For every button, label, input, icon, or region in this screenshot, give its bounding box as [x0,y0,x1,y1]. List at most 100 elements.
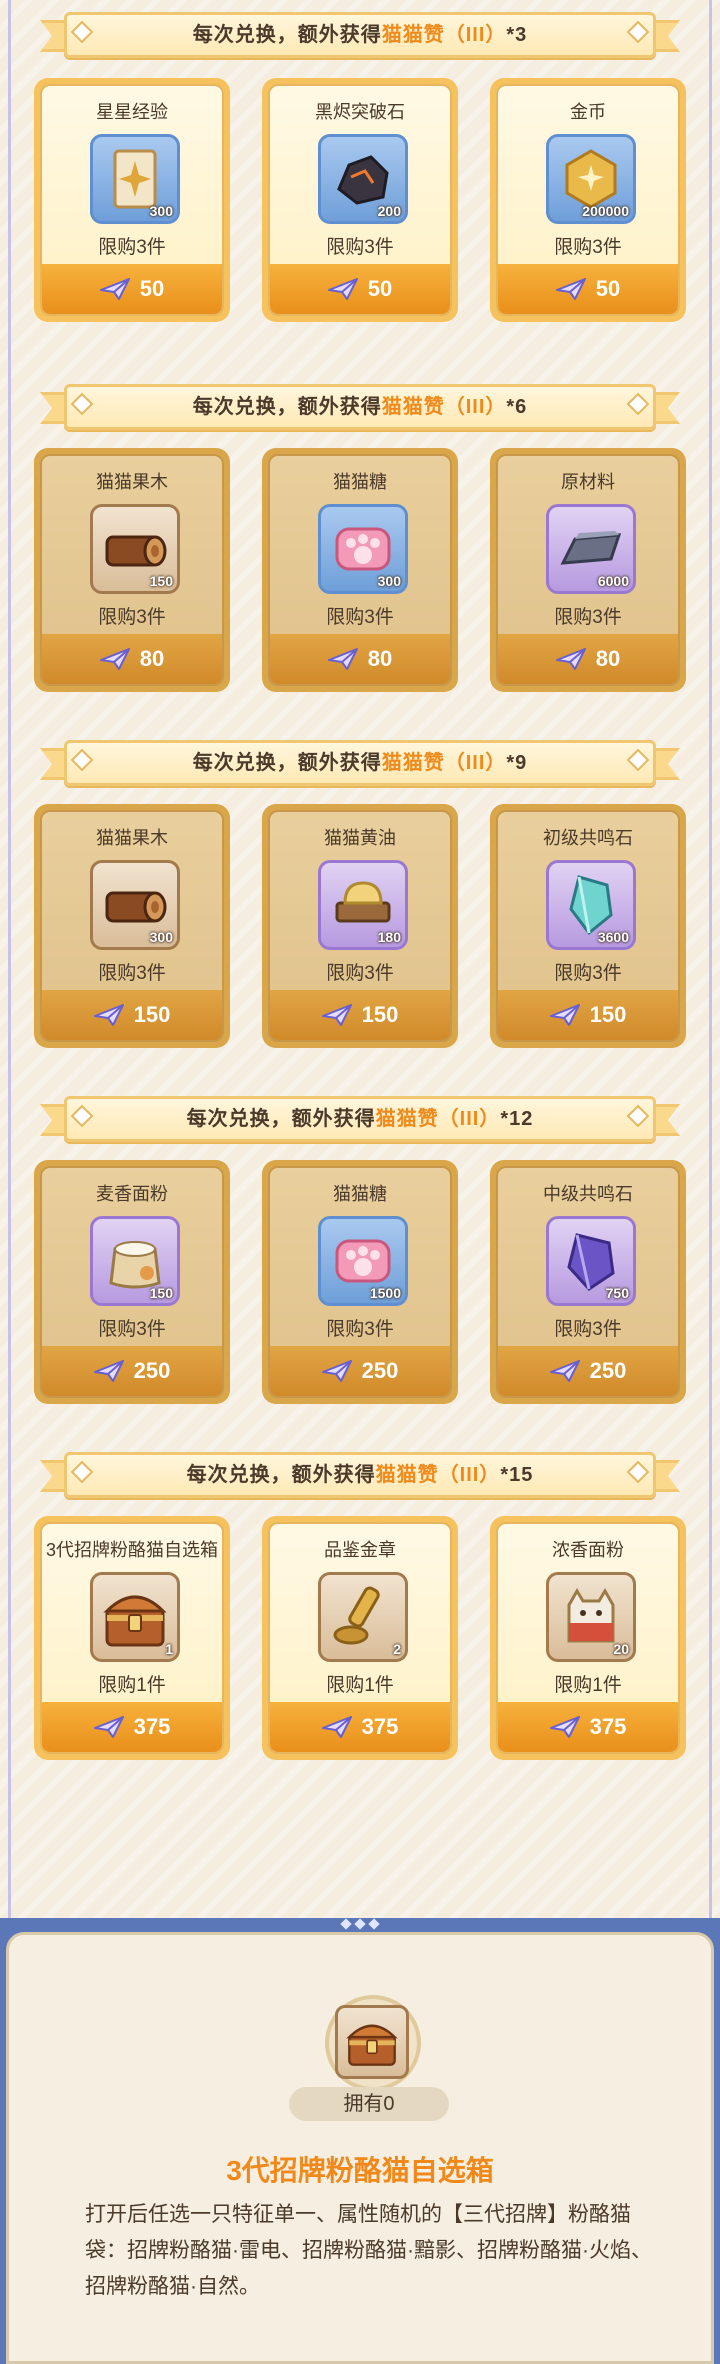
bonus-multiplier: *15 [500,1464,534,1486]
buy-button[interactable]: 50 [498,264,678,314]
owned-count: 拥有0 [289,2087,449,2121]
shop-item-card[interactable]: 猫猫果木 150 限购3件 80 [34,448,230,692]
item-quantity: 1 [165,1641,173,1657]
shop-item-card[interactable]: 麦香面粉 150 限购3件 250 [34,1160,230,1404]
shop-item-card-inner: 麦香面粉 150 限购3件 250 [40,1166,224,1398]
item-name: 浓香面粉 [552,1540,624,1560]
purchase-limit: 限购3件 [98,1319,166,1340]
shop-item-card[interactable]: 猫猫果木 300 限购3件 150 [34,804,230,1048]
log-icon[interactable]: 300 [90,860,180,950]
gold-coin-icon[interactable]: 200000 [546,134,636,224]
item-quantity: 750 [605,1285,629,1301]
butter-icon[interactable]: 180 [318,860,408,950]
paper-plane-currency-icon [321,1360,352,1382]
bonus-multiplier: *9 [506,752,528,774]
shop-item-card[interactable]: 初级共鸣石 3600 限购3件 150 [490,804,686,1048]
purple-crystal-icon[interactable]: 750 [546,1216,636,1306]
item-price: 250 [133,1358,171,1383]
item-quantity: 180 [377,929,401,945]
paper-plane-currency-icon [555,278,586,300]
item-price: 150 [589,1002,627,1027]
item-name: 金币 [570,102,606,122]
bonus-banner-text: 每次兑换，额外获得猫猫赞（III）*12 [40,1102,680,1131]
shop-item-card-inner: 初级共鸣石 3600 限购3件 150 [496,810,680,1042]
buy-button[interactable]: 50 [42,264,222,314]
item-name: 猫猫果木 [96,828,168,848]
item-price: 80 [367,646,393,671]
exchange-section: 每次兑换，额外获得猫猫赞（III）*15 3代招牌粉酪猫自选箱 1 限购1件 375 品鉴… [0,1424,720,1780]
bonus-banner: 每次兑换，额外获得猫猫赞（III）*12 [40,1092,680,1142]
ingot-icon[interactable]: 6000 [546,504,636,594]
exchange-section: 每次兑换，额外获得猫猫赞（III）*9 猫猫果木 300 限购3件 150 猫猫黄油 180… [0,712,720,1068]
shop-item-card[interactable]: 原材料 6000 限购3件 80 [490,448,686,692]
item-name: 猫猫果木 [96,472,168,492]
shop-item-card[interactable]: 猫猫黄油 180 限购3件 150 [262,804,458,1048]
shop-item-card[interactable]: 3代招牌粉酪猫自选箱 1 限购1件 375 [34,1516,230,1760]
log-icon[interactable]: 150 [90,504,180,594]
buy-button[interactable]: 150 [270,990,450,1040]
shop-item-card-inner: 猫猫果木 300 限购3件 150 [40,810,224,1042]
shop-item-card-inner: 浓香面粉 20 限购1件 375 [496,1522,680,1754]
buy-button[interactable]: 150 [498,990,678,1040]
bonus-banner-text: 每次兑换，额外获得猫猫赞（III）*6 [40,390,680,419]
item-name: 麦香面粉 [96,1184,168,1204]
buy-button[interactable]: 250 [270,1346,450,1396]
shop-item-card[interactable]: 品鉴金章 2 限购1件 375 [262,1516,458,1760]
shop-item-card[interactable]: 中级共鸣石 750 限购3件 250 [490,1160,686,1404]
item-name: 3代招牌粉酪猫自选箱 [45,1540,218,1560]
paper-plane-currency-icon [327,648,358,670]
paper-plane-currency-icon [549,1360,580,1382]
shop-item-card-inner: 黑烬突破石 200 限购3件 50 [268,84,452,316]
buy-button[interactable]: 375 [42,1702,222,1752]
item-quantity: 2 [393,1641,401,1657]
buy-button[interactable]: 375 [270,1702,450,1752]
buy-button[interactable]: 250 [42,1346,222,1396]
star-card-icon[interactable]: 300 [90,134,180,224]
chest-icon[interactable]: 1 [90,1572,180,1662]
item-price: 375 [589,1714,627,1739]
bonus-banner-text: 每次兑换，额外获得猫猫赞（III）*15 [40,1458,680,1487]
item-quantity: 3600 [597,929,629,945]
bonus-item-name: 猫猫赞（III） [381,752,507,774]
exchange-section: 每次兑换，额外获得猫猫赞（III）*12 麦香面粉 150 限购3件 250 猫猫糖 150… [0,1068,720,1424]
flour-sack-icon[interactable]: 150 [90,1216,180,1306]
shop-item-card[interactable]: 黑烬突破石 200 限购3件 50 [262,78,458,322]
item-name: 品鉴金章 [324,1540,396,1560]
buy-button[interactable]: 50 [270,264,450,314]
buy-button[interactable]: 375 [498,1702,678,1752]
buy-button[interactable]: 80 [42,634,222,684]
purchase-limit: 限购3件 [326,237,394,258]
purchase-limit: 限购3件 [554,607,622,628]
bonus-banner: 每次兑换，额外获得猫猫赞（III）*3 [40,8,680,58]
item-price: 375 [133,1714,171,1739]
purchase-limit: 限购3件 [554,237,622,258]
paw-candy-icon[interactable]: 300 [318,504,408,594]
black-ore-icon[interactable]: 200 [318,134,408,224]
item-price: 150 [133,1002,171,1027]
buy-button[interactable]: 150 [42,990,222,1040]
shop-item-card[interactable]: 猫猫糖 300 限购3件 80 [262,448,458,692]
bonus-item-name: 猫猫赞（III） [381,396,507,418]
paper-plane-currency-icon [93,1716,124,1738]
buy-button[interactable]: 80 [498,634,678,684]
purchase-limit: 限购3件 [326,1319,394,1340]
cat-bag-icon[interactable]: 20 [546,1572,636,1662]
paper-plane-currency-icon [321,1004,352,1026]
item-quantity: 150 [149,573,173,589]
shop-item-card[interactable]: 金币 200000 限购3件 50 [490,78,686,322]
item-name: 猫猫糖 [333,472,387,492]
shop-item-card[interactable]: 猫猫糖 1500 限购3件 250 [262,1160,458,1404]
shop-item-card-inner: 猫猫黄油 180 限购3件 150 [268,810,452,1042]
shop-item-card[interactable]: 星星经验 300 限购3件 50 [34,78,230,322]
purchase-limit: 限购3件 [326,607,394,628]
buy-button[interactable]: 80 [270,634,450,684]
teal-crystal-icon[interactable]: 3600 [546,860,636,950]
item-quantity: 200 [377,203,401,219]
item-name: 中级共鸣石 [543,1184,633,1204]
shop-item-card[interactable]: 浓香面粉 20 限购1件 375 [490,1516,686,1760]
buy-button[interactable]: 250 [498,1346,678,1396]
paw-candy-icon[interactable]: 1500 [318,1216,408,1306]
purchase-limit: 限购3件 [98,963,166,984]
gold-stamp-icon[interactable]: 2 [318,1572,408,1662]
paper-plane-currency-icon [99,648,130,670]
